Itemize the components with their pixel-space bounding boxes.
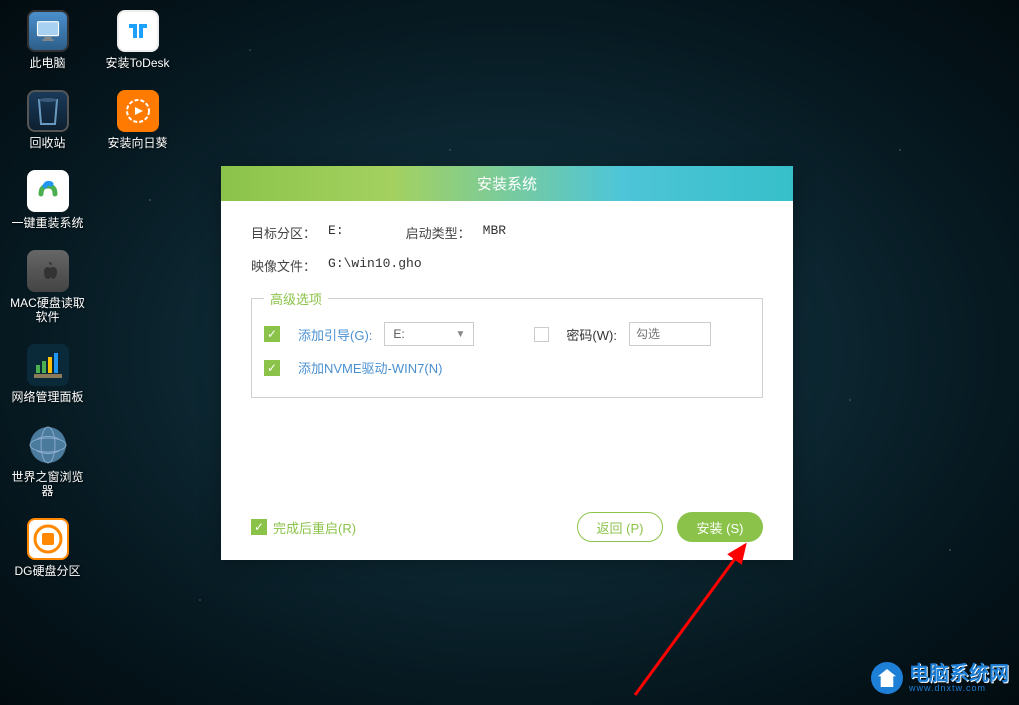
add-boot-label: 添加引导(G):	[298, 325, 372, 344]
world-browser-icon	[27, 424, 69, 466]
desktop-icon-browser[interactable]: 世界之窗浏览器	[10, 424, 85, 498]
mac-disk-icon	[27, 250, 69, 292]
diskgenius-icon	[27, 518, 69, 560]
desktop-icons-area: 此电脑 安装ToDesk 回收站 安装向日葵 一键重装系统	[10, 10, 175, 598]
icon-label: 一键重装系统	[11, 216, 83, 230]
back-button[interactable]: 返回 (P)	[577, 512, 663, 542]
watermark-url: www.dnxtw.com	[909, 684, 1009, 693]
image-file-value: G:\win10.gho	[328, 256, 422, 275]
desktop-icon-thispc[interactable]: 此电脑	[10, 10, 85, 70]
watermark-logo-icon	[871, 662, 903, 694]
desktop-icon-sunflower[interactable]: 安装向日葵	[100, 90, 175, 150]
boot-type-label: 启动类型：	[406, 223, 471, 242]
boot-drive-select[interactable]: E: ▼	[384, 322, 474, 346]
password-label: 密码(W):	[566, 325, 617, 344]
icon-label: MAC硬盘读取软件	[10, 296, 85, 324]
chevron-down-icon: ▼	[455, 329, 465, 340]
reinstall-icon	[27, 170, 69, 212]
dialog-body: 目标分区： E: 启动类型： MBR 映像文件： G:\win10.gho 高级…	[221, 201, 793, 413]
desktop-icon-reinstall[interactable]: 一键重装系统	[10, 170, 85, 230]
network-panel-icon	[27, 344, 69, 386]
dialog-title: 安装系统	[221, 166, 793, 201]
todesk-icon	[117, 10, 159, 52]
add-boot-checkbox[interactable]: ✓	[264, 326, 280, 342]
boot-drive-value: E:	[393, 327, 404, 341]
desktop-icon-recyclebin[interactable]: 回收站	[10, 90, 85, 150]
desktop-icon-dg[interactable]: DG硬盘分区	[10, 518, 85, 578]
restart-checkbox[interactable]: ✓	[251, 519, 267, 535]
advanced-options-fieldset: 高级选项 ✓ 添加引导(G): E: ▼ 密码(W): ✓ 添加NVME驱动-W…	[251, 289, 763, 398]
password-checkbox[interactable]	[534, 327, 549, 342]
desktop-icon-macdisk[interactable]: MAC硬盘读取软件	[10, 250, 85, 324]
image-file-label: 映像文件：	[251, 256, 316, 275]
password-input[interactable]	[629, 322, 711, 346]
nvme-checkbox[interactable]: ✓	[264, 360, 280, 376]
icon-label: 回收站	[29, 136, 65, 150]
restart-label: 完成后重启(R)	[273, 518, 356, 537]
monitor-icon	[27, 10, 69, 52]
nvme-label: 添加NVME驱动-WIN7(N)	[298, 358, 442, 377]
icon-label: 安装向日葵	[107, 136, 167, 150]
target-partition-label: 目标分区：	[251, 223, 316, 242]
watermark: 电脑系统网 www.dnxtw.com	[871, 662, 1009, 694]
desktop-icon-network[interactable]: 网络管理面板	[10, 344, 85, 404]
recyclebin-icon	[27, 90, 69, 132]
install-button[interactable]: 安装 (S)	[677, 512, 763, 542]
icon-label: DG硬盘分区	[14, 564, 80, 578]
icon-label: 网络管理面板	[11, 390, 83, 404]
boot-type-value: MBR	[483, 223, 506, 242]
install-system-dialog: 安装系统 目标分区： E: 启动类型： MBR 映像文件： G:\win10.g…	[221, 166, 793, 560]
dialog-footer: ✓ 完成后重启(R) 返回 (P) 安装 (S)	[251, 512, 763, 542]
icon-label: 安装ToDesk	[105, 56, 169, 70]
icon-label: 此电脑	[29, 56, 65, 70]
desktop-icon-todesk[interactable]: 安装ToDesk	[100, 10, 175, 70]
advanced-legend: 高级选项	[264, 289, 328, 308]
target-partition-value: E:	[328, 223, 344, 242]
sunflower-icon	[117, 90, 159, 132]
icon-label: 世界之窗浏览器	[10, 470, 85, 498]
watermark-title: 电脑系统网	[909, 664, 1009, 684]
annotation-arrow	[630, 535, 770, 705]
